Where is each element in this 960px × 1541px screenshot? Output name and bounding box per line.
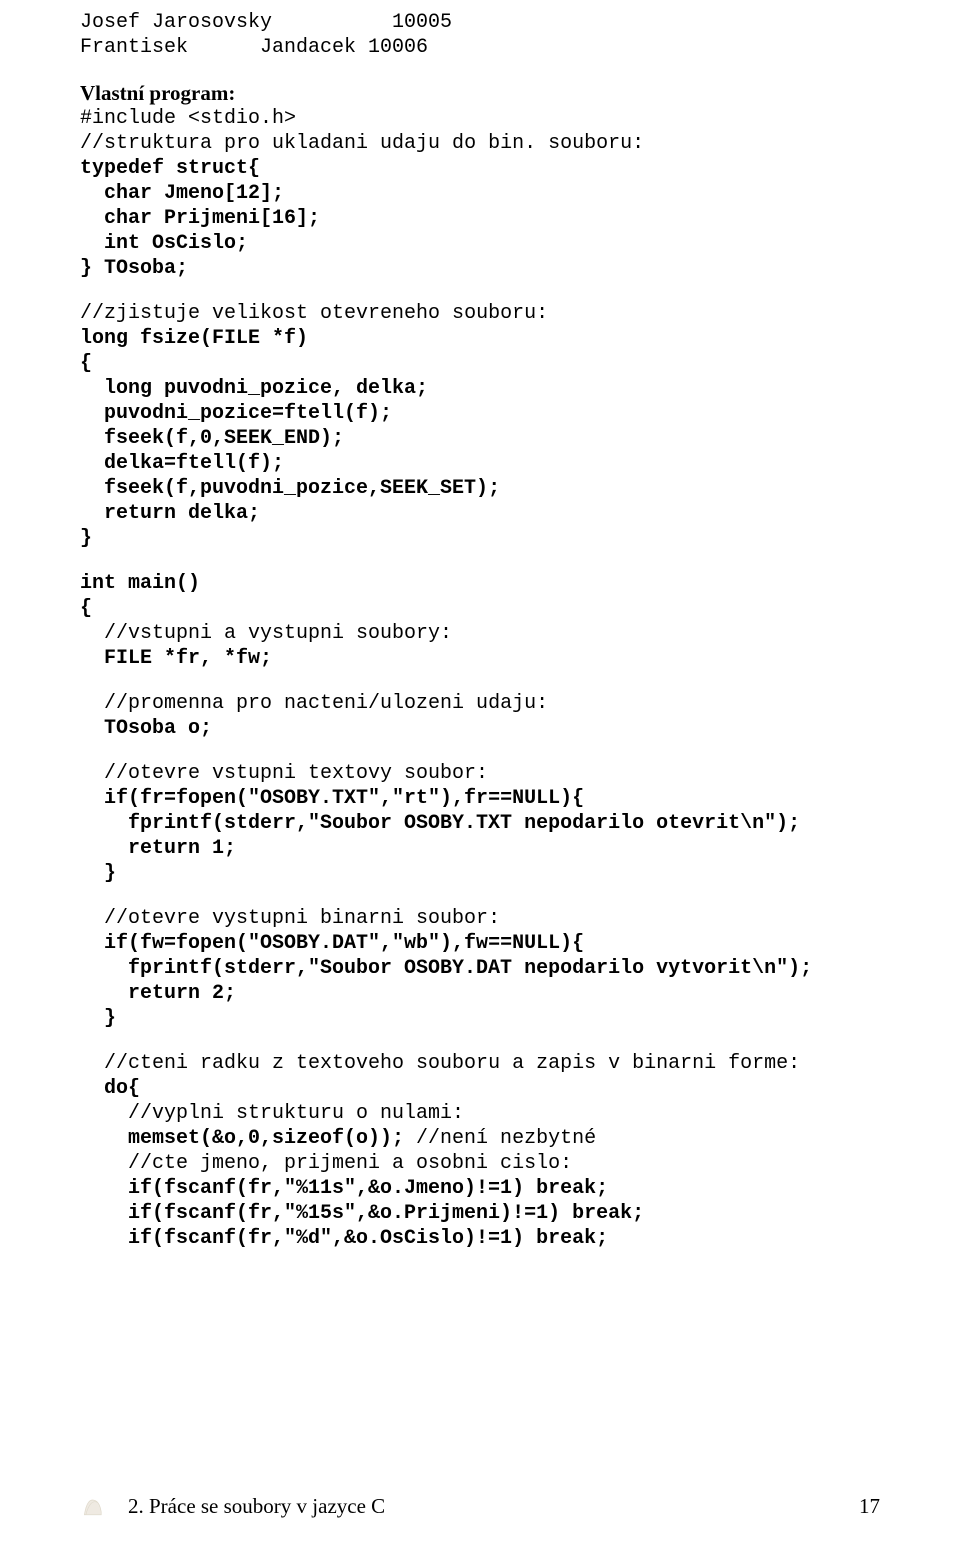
code-line: } [80, 526, 880, 551]
code-line: fseek(f,puvodni_pozice,SEEK_SET); [80, 476, 880, 501]
code-comment: //vyplni strukturu o nulami: [80, 1101, 880, 1126]
header-row-2: Frantisek Jandacek 10006 [80, 35, 880, 60]
code-line: int OsCislo; [80, 231, 880, 256]
code-comment: //otevre vstupni textovy soubor: [80, 761, 880, 786]
code-line: return 1; [80, 836, 880, 861]
page-number: 17 [859, 1493, 880, 1519]
code-line: char Prijmeni[16]; [80, 206, 880, 231]
code-line: TOsoba o; [80, 716, 880, 741]
code-line: } [80, 861, 880, 886]
code-line: puvodni_pozice=ftell(f); [80, 401, 880, 426]
code-comment: //cte jmeno, prijmeni a osobni cislo: [80, 1151, 880, 1176]
footer-icon [80, 1491, 114, 1519]
code-fragment: memset(&o,0,sizeof(o)); [128, 1127, 416, 1150]
code-line: { [80, 596, 880, 621]
code-comment: //vstupni a vystupni soubory: [80, 621, 880, 646]
code-line: long fsize(FILE *f) [80, 326, 880, 351]
code-comment: //není nezbytné [416, 1127, 596, 1150]
code-line: fprintf(stderr,"Soubor OSOBY.DAT nepodar… [80, 956, 880, 981]
code-line: } TOsoba; [80, 256, 880, 281]
code-comment: //cteni radku z textoveho souboru a zapi… [80, 1051, 880, 1076]
code-line: fprintf(stderr,"Soubor OSOBY.TXT nepodar… [80, 811, 880, 836]
code-comment: //zjistuje velikost otevreneho souboru: [80, 301, 880, 326]
code-comment: //otevre vystupni binarni soubor: [80, 906, 880, 931]
code-line: if(fscanf(fr,"%15s",&o.Prijmeni)!=1) bre… [80, 1201, 880, 1226]
code-line: memset(&o,0,sizeof(o)); //není nezbytné [80, 1126, 880, 1151]
code-line: FILE *fr, *fw; [80, 646, 880, 671]
footer-text: 2. Práce se soubory v jazyce C [128, 1493, 385, 1519]
code-line: if(fr=fopen("OSOBY.TXT","rt"),fr==NULL){ [80, 786, 880, 811]
code-line: fseek(f,0,SEEK_END); [80, 426, 880, 451]
code-line: typedef struct{ [80, 156, 880, 181]
code-comment: //struktura pro ukladani udaju do bin. s… [80, 131, 880, 156]
code-line: int main() [80, 571, 880, 596]
code-line: long puvodni_pozice, delka; [80, 376, 880, 401]
code-line: #include <stdio.h> [80, 106, 880, 131]
section-title: Vlastní program: [80, 80, 880, 106]
code-line: return delka; [80, 501, 880, 526]
code-line: char Jmeno[12]; [80, 181, 880, 206]
code-line: return 2; [80, 981, 880, 1006]
code-line: delka=ftell(f); [80, 451, 880, 476]
code-comment: //promenna pro nacteni/ulozeni udaju: [80, 691, 880, 716]
code-line: { [80, 351, 880, 376]
code-line: if(fscanf(fr,"%d",&o.OsCislo)!=1) break; [80, 1226, 880, 1251]
code-line: } [80, 1006, 880, 1031]
page-footer: 2. Práce se soubory v jazyce C 17 [80, 1491, 880, 1519]
code-line: do{ [80, 1076, 880, 1101]
code-line: if(fw=fopen("OSOBY.DAT","wb"),fw==NULL){ [80, 931, 880, 956]
code-line: if(fscanf(fr,"%11s",&o.Jmeno)!=1) break; [80, 1176, 880, 1201]
header-row-1: Josef Jarosovsky 10005 [80, 10, 880, 35]
